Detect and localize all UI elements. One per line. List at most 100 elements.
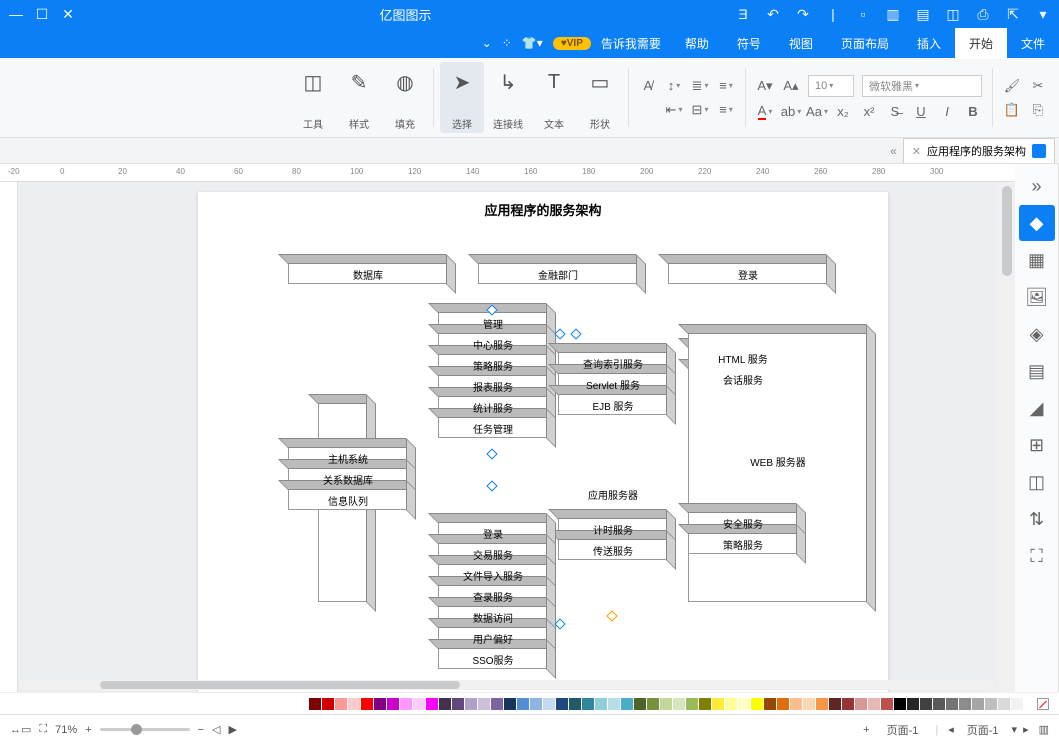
swatch[interactable] <box>881 698 893 710</box>
swatch[interactable] <box>647 698 659 710</box>
handle[interactable] <box>606 610 617 621</box>
minimize-icon[interactable]: — <box>8 6 24 22</box>
status-page[interactable]: 页面-1 <box>960 719 1006 741</box>
swatch[interactable] <box>933 698 945 710</box>
stack-task[interactable]: 计时服务 传送服务 <box>558 518 668 560</box>
font-shrink-icon[interactable]: A▾ <box>756 77 774 95</box>
highlight-icon[interactable]: ab <box>782 103 800 121</box>
handle[interactable] <box>570 328 581 339</box>
page-prev-icon[interactable]: ◂ <box>948 723 954 736</box>
numbering-icon[interactable]: ≣ <box>691 77 709 95</box>
zoom-slider[interactable] <box>100 728 190 731</box>
page-add-icon[interactable]: + <box>863 724 869 736</box>
play-icon[interactable]: ▶ <box>228 723 236 736</box>
shapes-panel-icon[interactable]: ◆ <box>1019 205 1055 241</box>
grid-panel-icon[interactable]: ▦ <box>1019 242 1055 278</box>
stack-svcA[interactable]: 管理 中心服务 策略服务 报表服务 统计服务 任务管理 <box>438 312 548 438</box>
swatch[interactable] <box>699 698 711 710</box>
swatch[interactable] <box>517 698 529 710</box>
swatch[interactable] <box>790 698 802 710</box>
text-tool[interactable]: T文本 <box>532 62 576 133</box>
swatch[interactable] <box>504 698 516 710</box>
swatch[interactable] <box>634 698 646 710</box>
arrange-panel-icon[interactable]: ⇅ <box>1019 501 1055 537</box>
subscript-icon[interactable]: x₂ <box>834 103 852 121</box>
tab-collab[interactable]: 告诉我需要 <box>601 35 661 52</box>
swatch[interactable] <box>374 698 386 710</box>
tab-insert[interactable]: 插入 <box>903 28 955 59</box>
swatch[interactable] <box>803 698 815 710</box>
swatch[interactable] <box>686 698 698 710</box>
chevron-down-icon[interactable]: ⌄ <box>482 36 492 50</box>
zoom-value[interactable]: 71% <box>55 724 77 736</box>
swatch[interactable] <box>582 698 594 710</box>
cut-icon[interactable]: ✂ <box>1029 77 1047 95</box>
swatch[interactable] <box>998 698 1010 710</box>
swatch[interactable] <box>452 698 464 710</box>
stack-core[interactable]: 登录 交易服务 文件导入服务 查录服务 数据访问 用户偏好 SSO服务 <box>438 522 548 669</box>
fit-icon[interactable]: ⛶ <box>39 723 47 736</box>
swatch[interactable] <box>608 698 620 710</box>
component-panel-icon[interactable]: ◫ <box>1019 464 1055 500</box>
swatch[interactable] <box>751 698 763 710</box>
italic-icon[interactable]: I <box>938 103 956 121</box>
apps-icon[interactable]: ⁘ <box>502 36 512 50</box>
swatch[interactable] <box>946 698 958 710</box>
tab-file[interactable]: 文件 <box>1007 28 1059 59</box>
swatch[interactable] <box>725 698 737 710</box>
layout-icon[interactable]: ▥ <box>1039 723 1049 736</box>
expand-panel-icon[interactable]: ⛶ <box>1019 538 1055 574</box>
tab-start[interactable]: 开始 <box>955 28 1007 59</box>
paste-icon[interactable]: 📋 <box>1003 101 1021 119</box>
hscroll[interactable] <box>20 680 995 690</box>
swatch[interactable] <box>595 698 607 710</box>
maximize-icon[interactable]: ☐ <box>34 6 50 22</box>
vip-badge[interactable]: ♥VIP <box>553 37 591 50</box>
swatch[interactable] <box>660 698 672 710</box>
swatch[interactable] <box>907 698 919 710</box>
swatch[interactable] <box>478 698 490 710</box>
bold-icon[interactable]: B <box>964 103 982 121</box>
valign-icon[interactable]: ⊟ <box>691 101 709 119</box>
swatch[interactable] <box>361 698 373 710</box>
swatch[interactable] <box>920 698 932 710</box>
window-icon[interactable]: ◫ <box>945 6 961 22</box>
swatch[interactable] <box>855 698 867 710</box>
toolbox-tool[interactable]: ◫工具 <box>291 62 335 133</box>
shape-tool[interactable]: ▭形状 <box>578 62 622 133</box>
shape-login[interactable]: 登录 <box>668 262 828 284</box>
case-icon[interactable]: Aa <box>808 103 826 121</box>
image-panel-icon[interactable]: 🖼 <box>1019 279 1055 315</box>
swatch[interactable] <box>816 698 828 710</box>
swatch[interactable] <box>764 698 776 710</box>
bullets-icon[interactable]: ≡ <box>717 77 735 95</box>
select-tool[interactable]: ➤选择 <box>440 62 484 133</box>
brush-icon[interactable]: 🖌 <box>1003 77 1021 95</box>
handle[interactable] <box>486 448 497 459</box>
fontcolor-icon[interactable]: A <box>756 103 774 121</box>
clear-icon[interactable]: A̸ <box>639 77 657 95</box>
font-name[interactable]: 微软雅黑 <box>862 75 982 97</box>
zoom-out-icon[interactable]: − <box>198 724 204 736</box>
font-size[interactable]: 10 <box>808 75 854 97</box>
export-icon[interactable]: ⇱ <box>1005 6 1021 22</box>
swatch[interactable] <box>972 698 984 710</box>
fill-tool[interactable]: ◍填充 <box>383 62 427 133</box>
theme-icon[interactable]: 👕▾ <box>522 36 543 50</box>
page-panel-icon[interactable]: ▤ <box>1019 353 1055 389</box>
layers-panel-icon[interactable]: ◈ <box>1019 316 1055 352</box>
page-next-icon[interactable]: ▸ <box>1023 723 1029 736</box>
print-icon[interactable]: ⎙ <box>975 6 991 22</box>
panel-collapse-icon[interactable]: « <box>884 144 903 158</box>
undo-icon[interactable]: ↶ <box>765 6 781 22</box>
fitwidth-icon[interactable]: ↔▭ <box>10 723 31 736</box>
swatch[interactable] <box>777 698 789 710</box>
close-icon[interactable]: ✕ <box>60 6 76 22</box>
style-tool[interactable]: ✎样式 <box>337 62 381 133</box>
swatch[interactable] <box>465 698 477 710</box>
swatch[interactable] <box>439 698 451 710</box>
zoom-in-icon[interactable]: + <box>85 724 91 736</box>
swatch[interactable] <box>556 698 568 710</box>
stack-svcB[interactable]: 查询索引服务 Servlet 服务 EJB 服务 <box>558 352 668 415</box>
swatch[interactable] <box>738 698 750 710</box>
